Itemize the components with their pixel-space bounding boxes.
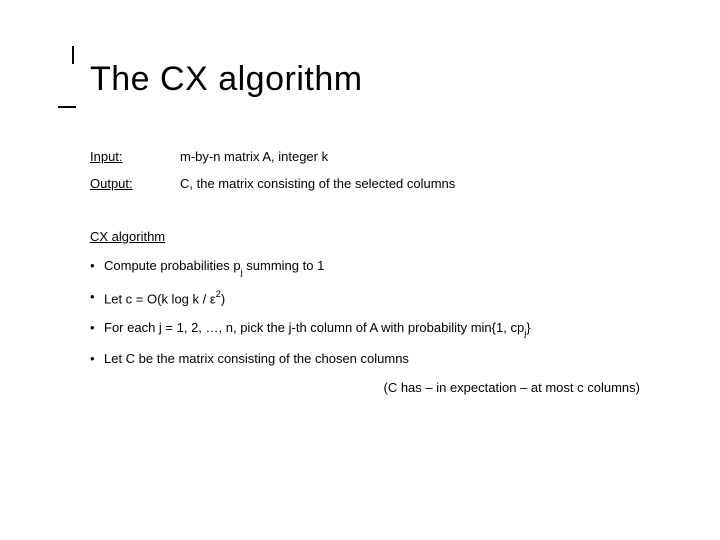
bullet-text: } [526, 320, 530, 335]
bullet-text: ) [221, 291, 225, 306]
subscript: j [241, 267, 243, 277]
bullet-list: Compute probabilities pj summing to 1 Le… [90, 258, 650, 368]
bullet-text: Compute probabilities p [104, 258, 241, 273]
section-heading: CX algorithm [90, 229, 650, 244]
output-value: C, the matrix consisting of the selected… [180, 176, 455, 191]
output-row: Output: C, the matrix consisting of the … [90, 176, 650, 191]
slide: The CX algorithm Input: m-by-n matrix A,… [0, 0, 720, 435]
bullet-text: For each j = 1, 2, …, n, pick the j-th c… [104, 320, 524, 335]
input-row: Input: m-by-n matrix A, integer k [90, 149, 650, 164]
decor-tick-vertical [72, 46, 74, 64]
bullet-text: summing to 1 [243, 258, 325, 273]
footnote: (C has – in expectation – at most c colu… [90, 380, 650, 395]
list-item: Let c = O(k log k / ε2) [90, 289, 650, 308]
input-label: Input: [90, 149, 180, 164]
superscript: 2 [216, 289, 221, 299]
bullet-text: Let C be the matrix consisting of the ch… [104, 351, 409, 366]
input-value: m-by-n matrix A, integer k [180, 149, 328, 164]
title-block: The CX algorithm [90, 60, 650, 99]
list-item: Let C be the matrix consisting of the ch… [90, 351, 650, 368]
decor-tick-horizontal [58, 106, 76, 108]
list-item: For each j = 1, 2, …, n, pick the j-th c… [90, 320, 650, 339]
bullet-text: Let c = O(k log k / ε [104, 291, 216, 306]
page-title: The CX algorithm [90, 60, 650, 99]
output-label: Output: [90, 176, 180, 191]
list-item: Compute probabilities pj summing to 1 [90, 258, 650, 277]
subscript: j [524, 328, 526, 338]
